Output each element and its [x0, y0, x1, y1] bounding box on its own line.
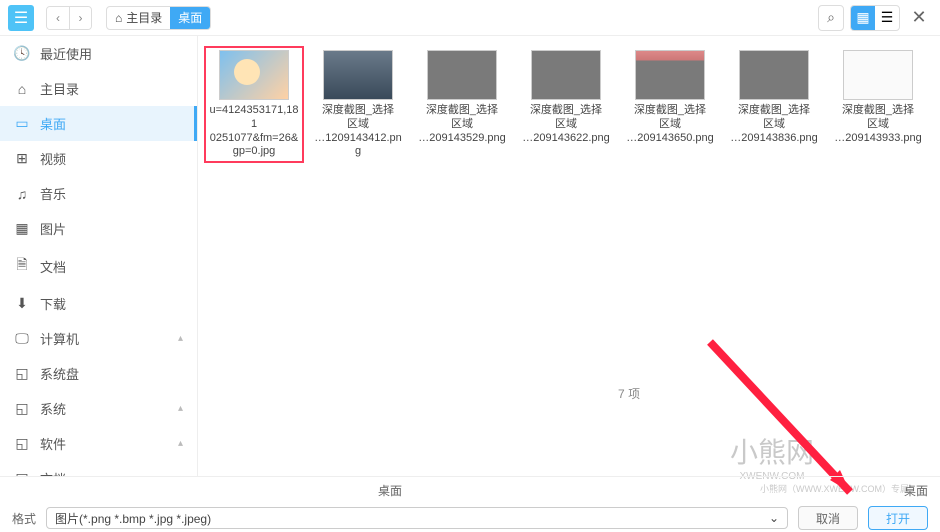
sidebar-item-3[interactable]: ⊞ 视频	[0, 141, 197, 176]
sidebar-icon: 🗎	[14, 254, 30, 278]
file-name: u=4124353171,1810251077&fm=26&gp=0.jpg	[208, 104, 300, 159]
crumb-label: 桌面	[178, 9, 202, 26]
open-button[interactable]: 打开	[868, 506, 928, 530]
sidebar-icon: ◱	[14, 400, 30, 417]
sidebar-icon: ♫	[14, 186, 30, 202]
sidebar-icon: ◱	[14, 435, 30, 452]
file-item[interactable]: u=4124353171,1810251077&fm=26&gp=0.jpg	[204, 46, 304, 163]
sidebar-icon: ▦	[14, 220, 30, 237]
file-name: 深度截图_选择区域…209143529.png	[416, 104, 508, 145]
sidebar-icon: 🖵	[14, 330, 30, 347]
close-button[interactable]: ✕	[906, 5, 932, 31]
status-count: 7 项	[618, 385, 640, 402]
file-item[interactable]: 深度截图_选择区域…1209143412.png	[308, 46, 408, 163]
sidebar-item-2[interactable]: ▭ 桌面	[0, 106, 197, 141]
sidebar-item-label: 最近使用	[40, 44, 92, 63]
sidebar-item-label: 文档	[40, 469, 66, 476]
sidebar-item-11[interactable]: ◱ 软件 ▴	[0, 426, 197, 461]
sidebar-item-9[interactable]: ◱ 系统盘	[0, 356, 197, 391]
file-name: 深度截图_选择区域…1209143412.png	[312, 104, 404, 159]
list-view-button[interactable]: ☰	[875, 6, 899, 30]
path-value: 桌面	[778, 482, 928, 499]
file-item[interactable]: 深度截图_选择区域…209143622.png	[516, 46, 616, 163]
sidebar-item-label: 系统盘	[40, 364, 79, 383]
sidebar-item-5[interactable]: ▦ 图片	[0, 211, 197, 246]
sidebar-item-1[interactable]: ⌂ 主目录	[0, 71, 197, 106]
sidebar-item-label: 软件	[40, 434, 66, 453]
sidebar-item-label: 音乐	[40, 184, 66, 203]
breadcrumb: ⌂ 主目录 桌面	[106, 6, 211, 30]
file-thumbnail	[531, 50, 601, 100]
crumb-label: 主目录	[126, 9, 162, 26]
file-thumbnail	[219, 50, 289, 100]
sidebar-item-label: 系统	[40, 399, 66, 418]
sidebar-item-6[interactable]: 🗎 文档	[0, 246, 197, 286]
sidebar-item-label: 图片	[40, 219, 66, 238]
file-item[interactable]: 深度截图_选择区域…209143529.png	[412, 46, 512, 163]
search-icon: ⌕	[827, 9, 835, 26]
file-item[interactable]: 深度截图_选择区域…209143836.png	[724, 46, 824, 163]
grid-icon: ▦	[856, 9, 869, 26]
file-thumbnail	[843, 50, 913, 100]
sidebar-icon: ⌂	[14, 81, 30, 97]
sidebar-item-label: 计算机	[40, 329, 79, 348]
search-button[interactable]: ⌕	[818, 5, 844, 31]
list-icon: ☰	[881, 9, 894, 26]
sidebar-icon: ◱	[14, 365, 30, 382]
sidebar-item-label: 桌面	[40, 114, 66, 133]
file-item[interactable]: 深度截图_选择区域…209143650.png	[620, 46, 720, 163]
home-icon: ⌂	[115, 11, 122, 25]
chevron-up-icon: ▴	[178, 438, 183, 449]
format-label: 格式	[12, 510, 36, 527]
file-thumbnail	[323, 50, 393, 100]
sidebar-item-label: 主目录	[40, 79, 79, 98]
sidebar-item-label: 下载	[40, 294, 66, 313]
cancel-button[interactable]: 取消	[798, 506, 858, 530]
file-name: 深度截图_选择区域…209143650.png	[624, 104, 716, 145]
chevron-down-icon: ⌄	[769, 511, 779, 525]
sidebar-icon: ⬇	[14, 295, 30, 312]
file-name: 深度截图_选择区域…209143836.png	[728, 104, 820, 145]
sidebar-item-10[interactable]: ◱ 系统 ▴	[0, 391, 197, 426]
sidebar-item-4[interactable]: ♫ 音乐	[0, 176, 197, 211]
chevron-up-icon: ▴	[178, 333, 183, 344]
sidebar-icon: 🕓	[14, 45, 30, 62]
sidebar-item-12[interactable]: ◱文档▴	[0, 461, 197, 476]
sidebar-item-label: 视频	[40, 149, 66, 168]
close-icon: ✕	[911, 7, 926, 28]
file-name: 深度截图_选择区域…209143622.png	[520, 104, 612, 145]
app-icon: ☰	[8, 5, 34, 31]
file-thumbnail	[635, 50, 705, 100]
sidebar-item-7[interactable]: ⬇ 下载	[0, 286, 197, 321]
file-item[interactable]: 深度截图_选择区域…209143933.png	[828, 46, 928, 163]
crumb-home[interactable]: ⌂ 主目录	[107, 7, 170, 29]
sidebar-icon: ▭	[14, 115, 30, 132]
file-thumbnail	[427, 50, 497, 100]
back-button[interactable]: ‹	[47, 7, 69, 29]
format-value: 图片(*.png *.bmp *.jpg *.jpeg)	[55, 510, 211, 527]
forward-button[interactable]: ›	[69, 7, 91, 29]
crumb-desktop[interactable]: 桌面	[170, 7, 210, 29]
sidebar-icon: ⊞	[14, 150, 30, 167]
path-display: 桌面	[12, 482, 768, 499]
sidebar-item-label: 文档	[40, 257, 66, 276]
sidebar-item-8[interactable]: 🖵 计算机 ▴	[0, 321, 197, 356]
chevron-up-icon: ▴	[178, 403, 183, 414]
format-select[interactable]: 图片(*.png *.bmp *.jpg *.jpeg) ⌄	[46, 507, 788, 529]
sidebar-item-0[interactable]: 🕓 最近使用	[0, 36, 197, 71]
file-thumbnail	[739, 50, 809, 100]
grid-view-button[interactable]: ▦	[851, 6, 875, 30]
file-name: 深度截图_选择区域…209143933.png	[832, 104, 924, 145]
